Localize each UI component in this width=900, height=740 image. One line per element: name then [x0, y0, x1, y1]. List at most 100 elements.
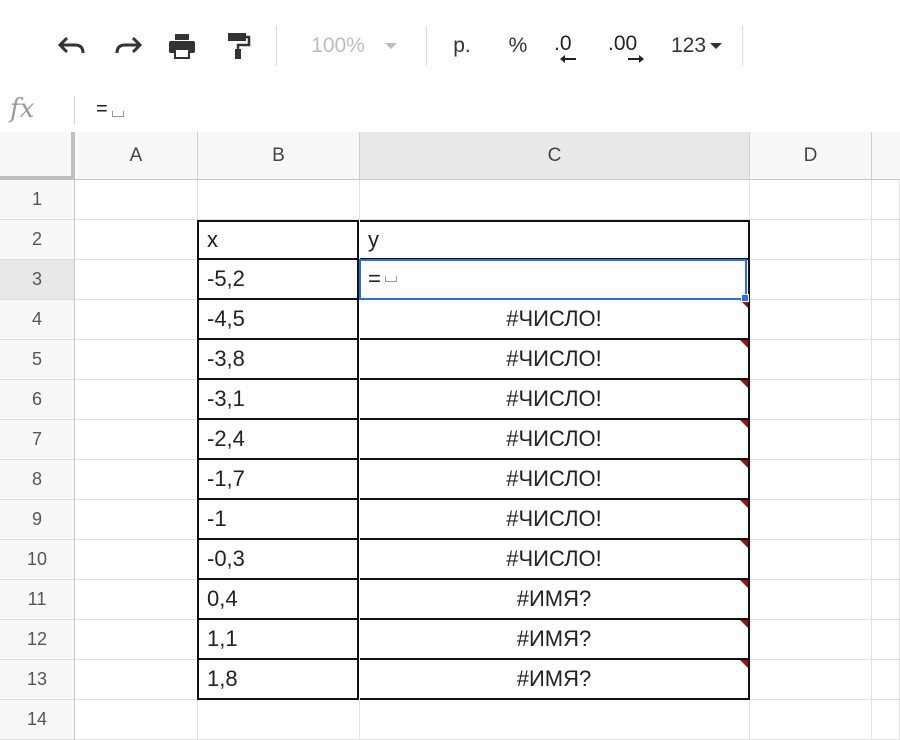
cell-a6[interactable] [75, 380, 198, 420]
cell-c7[interactable]: #ЧИСЛО! [360, 420, 750, 460]
cell-b13[interactable]: 1,8 [197, 660, 359, 700]
error-indicator-icon[interactable] [740, 620, 748, 628]
undo-button[interactable] [52, 28, 92, 64]
cell-a1[interactable] [75, 180, 198, 220]
cell-b11[interactable]: 0,4 [197, 580, 359, 620]
row-header-7[interactable]: 7 [0, 420, 75, 460]
cell-e11[interactable] [872, 580, 900, 620]
cell-d13[interactable] [750, 660, 872, 700]
cell-b6[interactable]: -3,1 [197, 380, 359, 420]
cell-e5[interactable] [872, 340, 900, 380]
cell-a12[interactable] [75, 620, 198, 660]
cell-e9[interactable] [872, 500, 900, 540]
column-header-e[interactable] [872, 132, 900, 180]
cell-c1[interactable] [360, 180, 750, 220]
cell-c8[interactable]: #ЧИСЛО! [360, 460, 750, 500]
error-indicator-icon[interactable] [740, 580, 748, 588]
error-indicator-icon[interactable] [740, 660, 748, 668]
cell-b4[interactable]: -4,5 [197, 300, 359, 340]
row-header-2[interactable]: 2 [0, 220, 75, 260]
row-header-8[interactable]: 8 [0, 460, 75, 500]
cell-a14[interactable] [75, 700, 198, 740]
cell-b7[interactable]: -2,4 [197, 420, 359, 460]
cell-c2[interactable]: y [360, 220, 750, 260]
cell-e1[interactable] [872, 180, 900, 220]
row-header-14[interactable]: 14 [0, 700, 75, 740]
cell-e2[interactable] [872, 220, 900, 260]
cell-b1[interactable] [198, 180, 360, 220]
cell-e10[interactable] [872, 540, 900, 580]
cell-a2[interactable] [75, 220, 198, 260]
error-indicator-icon[interactable] [740, 380, 748, 388]
cell-d2[interactable] [750, 220, 872, 260]
row-header-9[interactable]: 9 [0, 500, 75, 540]
error-indicator-icon[interactable] [740, 300, 748, 308]
cell-e3[interactable] [872, 260, 900, 300]
error-indicator-icon[interactable] [740, 340, 748, 348]
cell-d10[interactable] [750, 540, 872, 580]
cell-a8[interactable] [75, 460, 198, 500]
row-header-6[interactable]: 6 [0, 380, 75, 420]
cell-e4[interactable] [872, 300, 900, 340]
cell-c12[interactable]: #ИМЯ? [360, 620, 750, 660]
cell-d11[interactable] [750, 580, 872, 620]
cell-d7[interactable] [750, 420, 872, 460]
column-header-b[interactable]: B [198, 132, 360, 180]
cell-c11[interactable]: #ИМЯ? [360, 580, 750, 620]
cell-a9[interactable] [75, 500, 198, 540]
formula-input[interactable]: = [96, 98, 124, 121]
percent-format-button[interactable]: % [500, 28, 536, 64]
row-header-4[interactable]: 4 [0, 300, 75, 340]
cell-d8[interactable] [750, 460, 872, 500]
cell-c13[interactable]: #ИМЯ? [360, 660, 750, 700]
error-indicator-icon[interactable] [740, 540, 748, 548]
cell-a13[interactable] [75, 660, 198, 700]
row-header-13[interactable]: 13 [0, 660, 75, 700]
cell-c4[interactable]: #ЧИСЛО! [360, 300, 750, 340]
cell-b10[interactable]: -0,3 [197, 540, 359, 580]
cell-b9[interactable]: -1 [197, 500, 359, 540]
cell-d6[interactable] [750, 380, 872, 420]
column-header-d[interactable]: D [750, 132, 872, 180]
cell-d5[interactable] [750, 340, 872, 380]
cell-a4[interactable] [75, 300, 198, 340]
cell-d9[interactable] [750, 500, 872, 540]
decrease-decimal-button[interactable]: .0 [550, 28, 594, 64]
column-header-c[interactable]: C [360, 132, 750, 180]
cell-e12[interactable] [872, 620, 900, 660]
cell-d3[interactable] [750, 260, 872, 300]
cell-b2[interactable]: x [197, 220, 359, 260]
row-header-11[interactable]: 11 [0, 580, 75, 620]
cell-e13[interactable] [872, 660, 900, 700]
increase-decimal-button[interactable]: .00 [604, 28, 658, 64]
zoom-select[interactable]: 100% [300, 28, 410, 64]
cell-a7[interactable] [75, 420, 198, 460]
error-indicator-icon[interactable] [740, 460, 748, 468]
cell-d4[interactable] [750, 300, 872, 340]
row-header-1[interactable]: 1 [0, 180, 75, 220]
cell-e14[interactable] [872, 700, 900, 740]
row-header-12[interactable]: 12 [0, 620, 75, 660]
select-all-corner[interactable] [0, 132, 75, 180]
row-header-5[interactable]: 5 [0, 340, 75, 380]
cell-b5[interactable]: -3,8 [197, 340, 359, 380]
cell-e8[interactable] [872, 460, 900, 500]
cell-e6[interactable] [872, 380, 900, 420]
cell-d14[interactable] [750, 700, 872, 740]
cell-d12[interactable] [750, 620, 872, 660]
cell-c14[interactable] [360, 700, 750, 740]
cell-b8[interactable]: -1,7 [197, 460, 359, 500]
cell-e7[interactable] [872, 420, 900, 460]
print-button[interactable] [162, 28, 202, 64]
cell-b14[interactable] [198, 700, 360, 740]
cell-c6[interactable]: #ЧИСЛО! [360, 380, 750, 420]
row-header-10[interactable]: 10 [0, 540, 75, 580]
redo-button[interactable] [108, 28, 148, 64]
error-indicator-icon[interactable] [740, 500, 748, 508]
cell-c10[interactable]: #ЧИСЛО! [360, 540, 750, 580]
paint-format-button[interactable] [218, 28, 258, 64]
cell-c9[interactable]: #ЧИСЛО! [360, 500, 750, 540]
column-header-a[interactable]: A [75, 132, 198, 180]
cell-c3[interactable]: = [360, 260, 750, 300]
cell-a3[interactable] [75, 260, 198, 300]
